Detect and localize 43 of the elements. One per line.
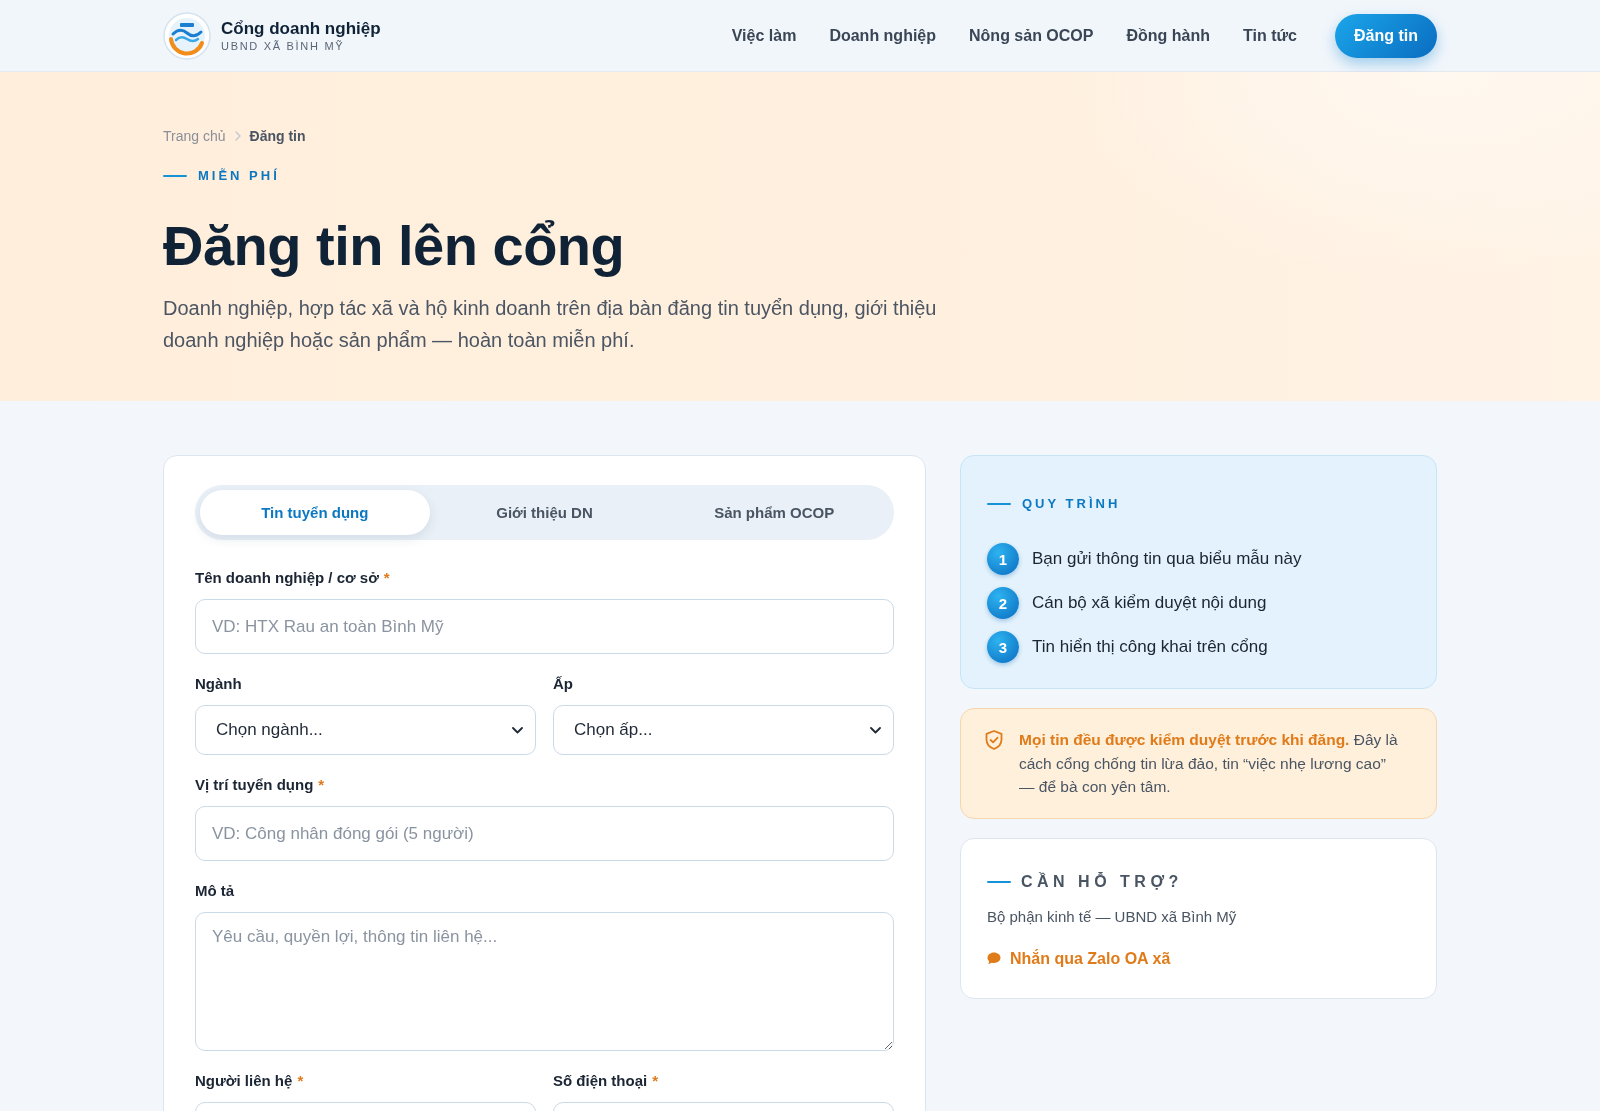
speech-bubble-icon bbox=[987, 952, 1001, 965]
post-button[interactable]: Đăng tin bbox=[1335, 13, 1437, 58]
nav-link[interactable]: Nông sản OCOP bbox=[969, 25, 1094, 46]
site-subtitle: UBND XÃ BÌNH MỸ bbox=[221, 39, 346, 53]
field-label: Vị trí tuyển dụng * bbox=[195, 775, 326, 795]
field-label: Mô tả bbox=[195, 881, 236, 901]
chevron-down-icon bbox=[870, 726, 881, 734]
input-field[interactable]: VD: HTX Rau an toàn Bình Mỹ bbox=[195, 599, 894, 654]
emblem-logo[interactable] bbox=[163, 11, 211, 60]
eyebrow-label: MIỄN PHÍ bbox=[198, 168, 280, 184]
page-description: Doanh nghiệp, hợp tác xã và hộ kinh doanh trên địa bàn đăng tin tuyển dụng, giới thiệu doanh nghiệp hoặc sản phẩm — hoàn toàn miễn phí. bbox=[163, 296, 938, 353]
support-text: Bộ phận kinh tế — UBND xã Bình Mỹ bbox=[987, 906, 1238, 927]
eyebrow-label: CẦN HỖ TRỢ? bbox=[1021, 872, 1183, 891]
step-number: 3 bbox=[987, 631, 1019, 663]
form-tab[interactable]: Tin tuyển dụng bbox=[200, 490, 430, 535]
step-number: 2 bbox=[987, 587, 1019, 619]
site-title: Cổng doanh nghiệp bbox=[221, 18, 381, 38]
chevron-down-icon bbox=[512, 726, 523, 734]
step-text: Bạn gửi thông tin qua biểu mẫu này bbox=[1032, 548, 1302, 570]
nav-link[interactable]: Tin tức bbox=[1243, 25, 1297, 46]
step-text: Tin hiển thị công khai trên cổng bbox=[1032, 636, 1268, 658]
form-tab[interactable]: Giới thiệu DN bbox=[429, 490, 660, 535]
select-field[interactable]: Chọn ngành... bbox=[195, 705, 536, 755]
field-label: Số điện thoại * bbox=[553, 1071, 659, 1091]
nav-link[interactable]: Đồng hành bbox=[1126, 25, 1211, 46]
breadcrumb-link[interactable]: Đăng tin bbox=[249, 126, 306, 146]
text-area-field[interactable]: Yêu cầu, quyền lợi, thông tin liên hệ... bbox=[195, 912, 894, 1051]
field-label: Tên doanh nghiệp / cơ sở * bbox=[195, 568, 391, 588]
eyebrow-label: QUY TRÌNH bbox=[1022, 496, 1121, 512]
step-text: Cán bộ xã kiểm duyệt nội dung bbox=[1032, 592, 1267, 614]
field-label: Người liên hệ * bbox=[195, 1071, 305, 1091]
page-title: Đăng tin lên cổng bbox=[163, 214, 626, 278]
form-tab[interactable]: Sản phẩm OCOP bbox=[659, 490, 889, 535]
chevron-right-icon bbox=[234, 131, 241, 141]
shield-check-icon bbox=[985, 730, 1003, 750]
nav-link[interactable]: Doanh nghiệp bbox=[829, 25, 937, 46]
field-label: Ấp bbox=[553, 674, 574, 694]
nav-link[interactable]: Việc làm bbox=[731, 25, 797, 46]
notice-text: Mọi tin đều được kiểm duyệt trước khi đăng. Đây là cách cổng chống tin lừa đảo, tin “việc nhẹ lương cao” — để bà con yên tâm. bbox=[1019, 730, 1399, 797]
step-number: 1 bbox=[987, 543, 1019, 575]
select-field[interactable]: Chọn ấp... bbox=[553, 705, 894, 755]
input-field[interactable]: VD: Công nhân đóng gói (5 người) bbox=[195, 806, 894, 861]
field-label: Ngành bbox=[195, 674, 243, 694]
